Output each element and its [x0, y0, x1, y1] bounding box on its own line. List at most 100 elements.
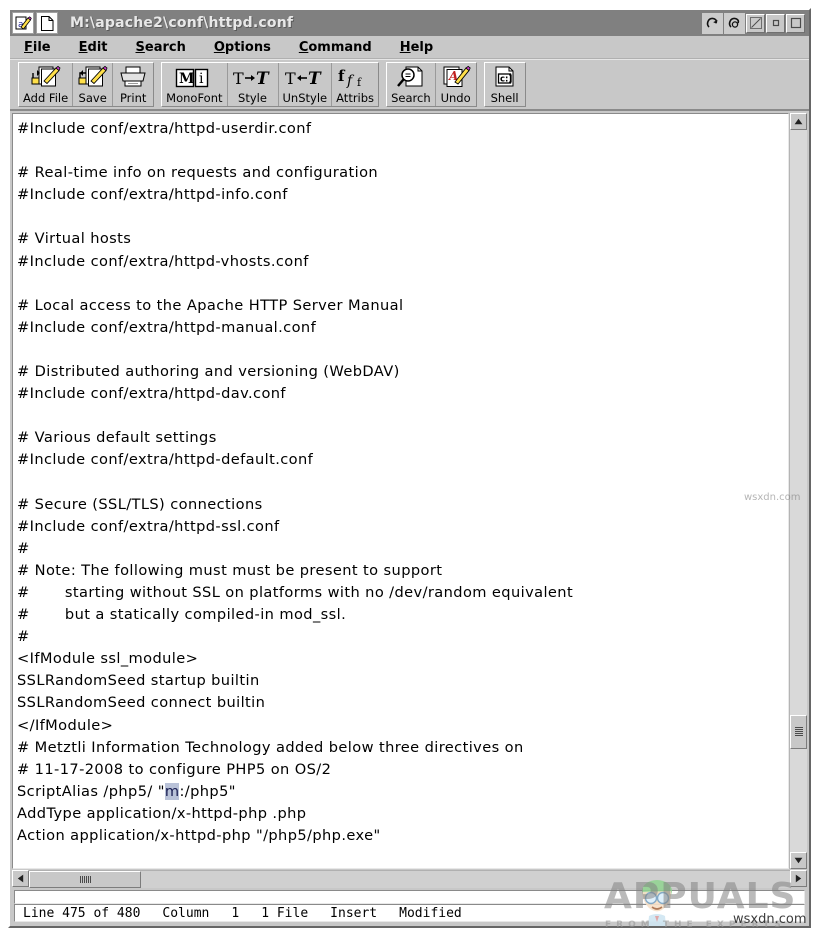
- attribs-button[interactable]: f f f Attribs: [332, 63, 378, 106]
- scroll-thumb-grip: [794, 726, 803, 737]
- vertical-scroll-track[interactable]: [790, 130, 807, 852]
- code-line: <IfModule ssl_module>: [17, 650, 199, 668]
- print-button[interactable]: Print: [113, 63, 153, 106]
- toolbar: Add File Save Print M i MonoFont T T Sty…: [10, 59, 809, 111]
- toolbar-separator-1: [154, 62, 161, 107]
- search-button[interactable]: Search: [387, 63, 436, 106]
- code-line: # Real-time info on requests and configu…: [17, 164, 379, 182]
- code-line-selected[interactable]: ScriptAlias /php5/ "m:/php5": [17, 781, 788, 803]
- status-column-value: 1: [231, 905, 240, 921]
- code-line: #Include conf/extra/httpd-ssl.conf: [17, 517, 280, 535]
- save-button[interactable]: Save: [73, 63, 114, 106]
- menu-item-command[interactable]: Command: [299, 40, 372, 55]
- undo-label: Undo: [440, 91, 471, 105]
- menu-bar: FFileile Edit Search Options Command Hel…: [10, 36, 809, 59]
- menu-item-edit[interactable]: Edit: [79, 40, 108, 55]
- undo-icon: A: [441, 64, 471, 92]
- float-icon[interactable]: [724, 12, 745, 34]
- code-line: #Include conf/extra/httpd-default.conf: [17, 451, 314, 469]
- svg-text:T: T: [233, 69, 244, 88]
- unstyle-label: UnStyle: [282, 91, 328, 105]
- style-label: Style: [238, 91, 267, 105]
- config-file-text[interactable]: #Include conf/extra/httpd-userdir.conf #…: [13, 114, 788, 847]
- svg-text:T: T: [285, 69, 296, 88]
- scroll-left-button[interactable]: [12, 870, 29, 887]
- shell-button[interactable]: c:] Shell: [485, 63, 525, 106]
- svg-text:M: M: [179, 71, 195, 87]
- code-line: </IfModule>: [17, 716, 114, 734]
- menu-item-file[interactable]: FFileile: [24, 40, 51, 55]
- code-line: #Include conf/extra/httpd-info.conf: [17, 186, 288, 204]
- save-icon: [78, 64, 108, 92]
- monofont-button[interactable]: M i MonoFont: [162, 63, 228, 106]
- hscroll-thumb-grip: [79, 876, 91, 883]
- hide-icon[interactable]: [702, 12, 723, 34]
- scroll-down-button[interactable]: [790, 852, 807, 869]
- code-line: # Note: The following must must be prese…: [17, 561, 443, 579]
- undo-button[interactable]: A Undo: [436, 63, 476, 106]
- restore-button[interactable]: [766, 13, 785, 33]
- toolbar-separator-2: [379, 62, 386, 107]
- code-line: # 11-17-2008 to configure PHP5 on OS/2: [17, 760, 332, 778]
- minimize-button[interactable]: [746, 13, 765, 33]
- code-line: # Distributed authoring and versioning (…: [17, 363, 400, 381]
- editor-area: #Include conf/extra/httpd-userdir.conf #…: [10, 111, 809, 888]
- toolbar-group-font: M i MonoFont T T Style T T UnStyle f f f…: [161, 62, 380, 107]
- text-pane[interactable]: #Include conf/extra/httpd-userdir.conf #…: [12, 113, 789, 869]
- add-file-button[interactable]: Add File: [19, 63, 74, 106]
- add-file-icon: [31, 64, 61, 92]
- text-selection[interactable]: m: [164, 782, 180, 800]
- style-button[interactable]: T T Style: [228, 63, 279, 106]
- print-label: Print: [119, 91, 147, 105]
- code-line: #Include conf/extra/httpd-dav.conf: [17, 385, 286, 403]
- toolbar-group-edit: Search A Undo: [386, 62, 477, 107]
- menu-item-options[interactable]: Options: [214, 40, 271, 55]
- code-line: #Include conf/extra/httpd-userdir.conf: [17, 120, 312, 137]
- unstyle-button[interactable]: T T UnStyle: [279, 63, 333, 106]
- search-magnifier-icon: [396, 64, 426, 92]
- scroll-right-button[interactable]: [790, 870, 807, 887]
- monofont-label: MonoFont: [166, 91, 223, 105]
- maximize-button[interactable]: [786, 13, 805, 33]
- code-line: # Local access to the Apache HTTP Server…: [17, 296, 404, 314]
- attribs-label: Attribs: [336, 91, 375, 105]
- menu-item-help[interactable]: Help: [400, 40, 433, 55]
- toolbar-group-file: Add File Save Print: [18, 62, 155, 107]
- title-bar-buttons: [702, 12, 807, 34]
- scroll-up-button[interactable]: [790, 113, 807, 130]
- horizontal-scroll-track[interactable]: [29, 870, 790, 888]
- svg-text:T: T: [308, 69, 322, 89]
- status-message-field: [14, 890, 805, 904]
- status-line: Line 475 of 480: [23, 905, 141, 921]
- window-title: M:\apache2\conf\httpd.conf: [70, 15, 294, 31]
- status-column-label: Column: [162, 905, 210, 921]
- horizontal-scrollbar[interactable]: [12, 869, 807, 888]
- status-fields: Line 475 of 480 Column 1 1 File Insert M…: [14, 904, 805, 922]
- horizontal-scroll-thumb[interactable]: [29, 871, 141, 888]
- shell-prompt-icon: c:]: [492, 64, 518, 92]
- code-line: AddType application/x-httpd-php .php: [17, 804, 307, 822]
- editor-row: #Include conf/extra/httpd-userdir.conf #…: [12, 113, 807, 869]
- code-line: # Secure (SSL/TLS) connections: [17, 495, 263, 513]
- shell-label: Shell: [490, 91, 519, 105]
- code-line: # Metztli Information Technology added b…: [17, 738, 524, 756]
- menu-item-search[interactable]: Search: [136, 40, 186, 55]
- code-line: SSLRandomSeed startup builtin: [17, 672, 260, 690]
- code-line: Action application/x-httpd-php "/php5/ph…: [17, 827, 381, 844]
- code-line: # but a statically compiled-in mod_ssl.: [17, 606, 347, 624]
- editor-pencil-icon[interactable]: a: [12, 12, 34, 34]
- vertical-scroll-thumb[interactable]: [790, 714, 807, 749]
- document-icon[interactable]: [36, 12, 58, 34]
- printer-icon: [118, 64, 148, 92]
- code-line: SSLRandomSeed connect builtin: [17, 694, 266, 712]
- monofont-icon: M i: [172, 64, 216, 92]
- style-icon: T T: [232, 64, 274, 92]
- svg-text:f: f: [357, 76, 362, 89]
- vertical-scrollbar[interactable]: [789, 113, 807, 869]
- search-label: Search: [391, 91, 431, 105]
- title-bar: a M:\apache2\conf\httpd.conf: [10, 10, 809, 36]
